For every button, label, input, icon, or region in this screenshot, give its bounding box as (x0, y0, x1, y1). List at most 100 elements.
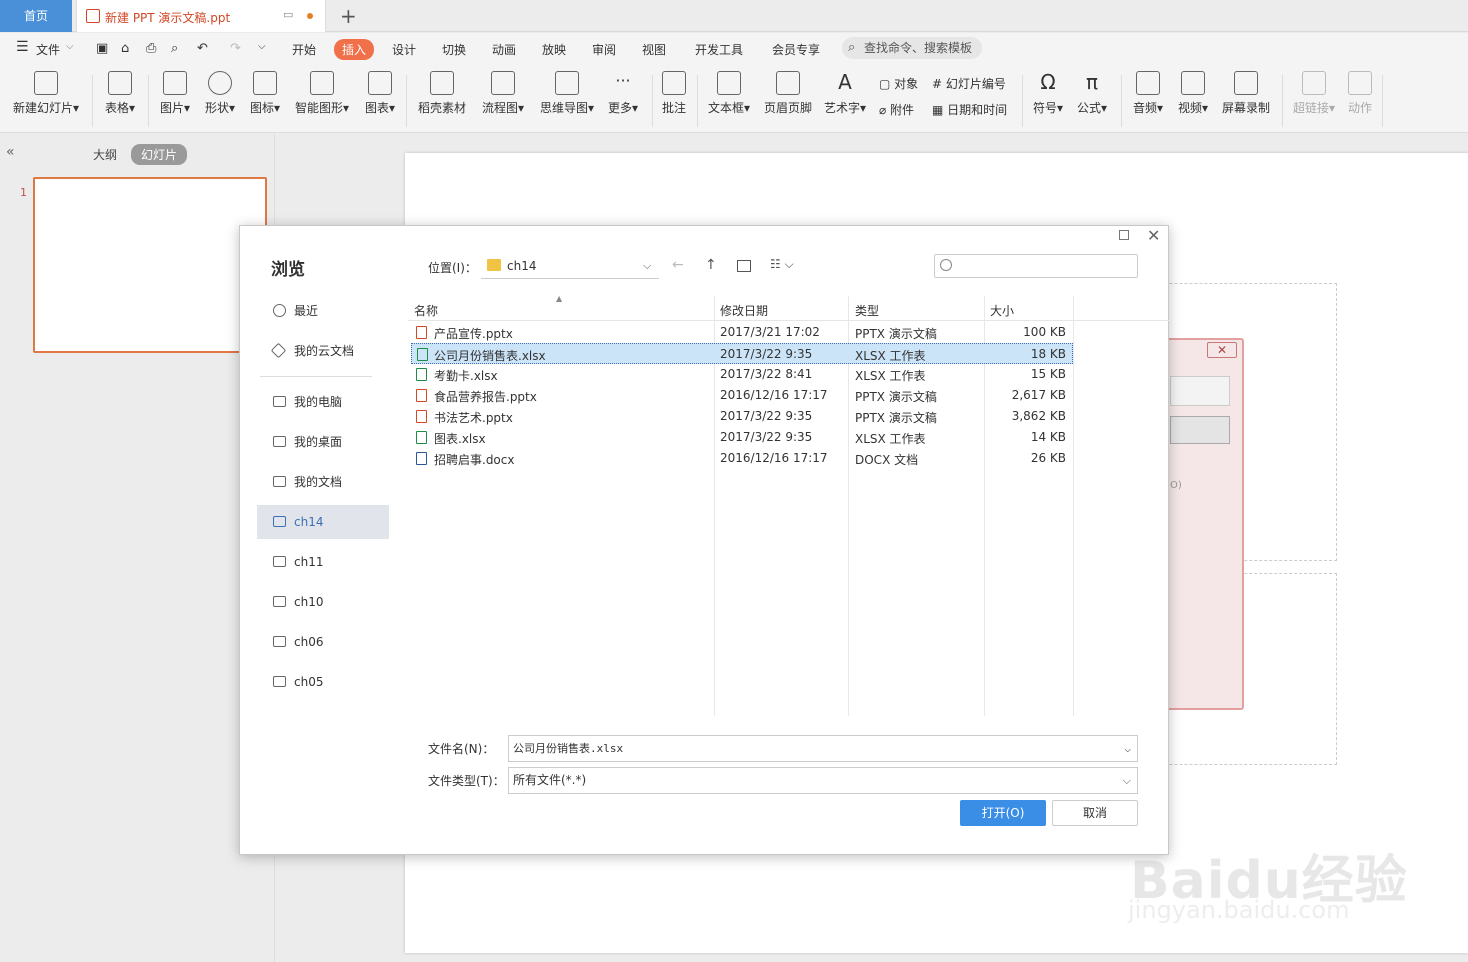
menu-start[interactable]: 开始 (292, 41, 316, 58)
slide-number-button[interactable]: # 幻灯片编号 (932, 75, 1006, 92)
menu-slideshow[interactable]: 放映 (542, 41, 566, 58)
hamburger-icon[interactable]: ☰ (16, 39, 29, 55)
menu-member[interactable]: 会员专享 (772, 41, 820, 58)
location-dropdown[interactable]: ch14 ⌵ (481, 253, 659, 279)
menu-animation[interactable]: 动画 (492, 41, 516, 58)
menu-design[interactable]: 设计 (392, 41, 416, 58)
hyperlink-button[interactable]: 超链接▾ (1290, 71, 1338, 129)
table-button[interactable]: 表格▾ (101, 71, 139, 129)
nav-folder-ch05[interactable]: ch05 (257, 665, 389, 699)
nav-documents[interactable]: 我的文档 (257, 465, 389, 499)
attachment-button[interactable]: ⌀ 附件 (879, 101, 914, 118)
file-row-selected[interactable]: 公司月份销售表.xlsx 2017/3/22 9:35 XLSX 工作表 18 KB (411, 343, 1073, 364)
file-search-input[interactable] (934, 254, 1138, 278)
tab-outline[interactable]: 大纲 (93, 146, 117, 163)
save-icon[interactable]: ▣ (96, 41, 108, 56)
tab-document[interactable]: 新建 PPT 演示文稿.ppt ▭ (76, 0, 326, 32)
monitor-icon[interactable]: ▭ (283, 8, 293, 21)
background-dialog-text: O) (1170, 480, 1182, 491)
tab-slides[interactable]: 幻灯片 (131, 144, 188, 165)
file-row[interactable]: 食品营养报告.pptx 2016/12/16 17:17 PPTX 演示文稿 2,61… (411, 385, 1073, 406)
video-button[interactable]: 视频▾ (1175, 71, 1211, 129)
object-button[interactable]: ▢ 对象 (879, 75, 918, 92)
file-row[interactable]: 招聘启事.docx 2016/12/16 17:17 DOCX 文档 26 KB (411, 448, 1073, 469)
background-dialog-close-button[interactable]: ✕ (1207, 342, 1237, 358)
filename-input[interactable]: 公司月份销售表.xlsx ⌵ (508, 735, 1138, 762)
maximize-icon[interactable] (1119, 230, 1129, 240)
filetype-select[interactable]: 所有文件(*.*) ⌵ (508, 767, 1138, 794)
quick-access-chevron-icon[interactable]: ⌵ (258, 41, 266, 52)
header-footer-label: 页眉页脚 (763, 101, 812, 115)
background-dialog: ✕ O) (1160, 338, 1244, 710)
date-time-button[interactable]: ▦ 日期和时间 (932, 101, 1007, 118)
menu-review[interactable]: 审阅 (592, 41, 616, 58)
docer-material-button[interactable]: 稻壳素材 (416, 71, 468, 129)
wordart-button[interactable]: A 艺术字▾ (821, 71, 869, 129)
nav-folder-ch10[interactable]: ch10 (257, 585, 389, 619)
open-button[interactable]: 打开(O) (960, 800, 1046, 826)
nav-folder-ch14[interactable]: ch14 (257, 505, 389, 539)
symbol-button[interactable]: Ω 符号▾ (1030, 71, 1066, 129)
screen-record-button[interactable]: 屏幕录制 (1220, 71, 1272, 129)
print-preview-icon[interactable]: ⌕ (171, 41, 178, 56)
file-row[interactable]: 考勤卡.xlsx 2017/3/22 8:41 XLSX 工作表 15 KB (411, 364, 1073, 385)
formula-button[interactable]: π 公式▾ (1074, 71, 1110, 129)
file-row[interactable]: 图表.xlsx 2017/3/22 9:35 XLSX 工作表 14 KB (411, 427, 1073, 448)
nav-folder-ch11[interactable]: ch11 (257, 545, 389, 579)
background-dialog-button[interactable] (1170, 416, 1230, 444)
file-row[interactable]: 书法艺术.pptx 2017/3/22 9:35 PPTX 演示文稿 3,862 KB (411, 406, 1073, 427)
textbox-button[interactable]: 文本框▾ (705, 71, 753, 129)
menu-insert[interactable]: 插入 (334, 39, 375, 60)
audio-button[interactable]: 音频▾ (1130, 71, 1166, 129)
up-arrow-icon[interactable]: ↑ (705, 257, 717, 273)
collapse-panel-icon[interactable]: « (6, 144, 15, 160)
menu-transition[interactable]: 切换 (442, 41, 466, 58)
column-type[interactable]: 类型 (855, 302, 879, 319)
chevron-down-icon[interactable]: ⌵ (1124, 736, 1131, 761)
icon-button[interactable]: 图标▾ (247, 71, 283, 129)
picture-button[interactable]: 图片▾ (157, 71, 193, 129)
back-arrow-icon[interactable]: ← (672, 257, 684, 273)
flowchart-button[interactable]: 流程图▾ (478, 71, 528, 129)
more-button[interactable]: ··· 更多▾ (605, 71, 641, 129)
new-folder-icon[interactable] (737, 260, 751, 272)
menu-developer[interactable]: 开发工具 (695, 41, 743, 58)
nav-recent[interactable]: 最近 (257, 294, 389, 328)
mindmap-button[interactable]: 思维导图▾ (537, 71, 597, 129)
view-mode-icon[interactable]: ☷ ⌵ (770, 257, 794, 272)
video-icon (1181, 71, 1205, 95)
audio-label: 音频 (1132, 101, 1157, 115)
nav-folder-ch06[interactable]: ch06 (257, 625, 389, 659)
header-footer-button[interactable]: 页眉页脚 (762, 71, 814, 129)
chart-label: 图表 (364, 101, 389, 115)
action-button[interactable]: 动作 (1346, 71, 1374, 129)
file-type: XLSX 工作表 (855, 369, 926, 383)
column-divider[interactable] (1073, 296, 1074, 716)
nav-desktop[interactable]: 我的桌面 (257, 425, 389, 459)
menu-file[interactable]: 文件 (36, 41, 60, 58)
comment-button[interactable]: 批注 (660, 71, 688, 129)
new-tab-button[interactable]: + (340, 4, 357, 28)
menu-bar: ☰ 文件 ⌵ ▣ ⌂ ⎙ ⌕ ↶ ↷ ⌵ 开始 插入 设计 切换 动画 放映 审… (0, 33, 1468, 65)
nav-cloud-docs[interactable]: 我的云文档 (257, 334, 389, 368)
nav-my-computer[interactable]: 我的电脑 (257, 385, 389, 419)
new-slide-button[interactable]: 新建幻灯片▾ (10, 71, 82, 129)
smart-art-button[interactable]: 智能图形▾ (292, 71, 352, 129)
column-name[interactable]: 名称 (414, 302, 438, 319)
column-size[interactable]: 大小 (990, 302, 1014, 319)
command-search[interactable]: ⌕ 查找命令、搜索模板 (842, 37, 982, 59)
shape-button[interactable]: 形状▾ (201, 71, 239, 129)
format-painter-icon[interactable]: ⌂ (121, 41, 129, 56)
column-date[interactable]: 修改日期 (720, 302, 768, 319)
print-icon[interactable]: ⎙ (146, 41, 156, 56)
slide-thumbnail[interactable] (33, 177, 267, 353)
redo-icon[interactable]: ↷ (230, 41, 241, 56)
chart-button[interactable]: 图表▾ (362, 71, 398, 129)
tab-home[interactable]: 首页 (0, 0, 72, 32)
file-row[interactable]: 产品宣传.pptx 2017/3/21 17:02 PPTX 演示文稿 100 KB (411, 322, 1073, 343)
chevron-down-icon[interactable]: ⌵ (1123, 768, 1131, 793)
chevron-down-icon[interactable]: ⌵ (66, 41, 74, 52)
close-icon[interactable]: ✕ (1147, 226, 1160, 245)
menu-view[interactable]: 视图 (642, 41, 666, 58)
undo-icon[interactable]: ↶ (197, 41, 208, 56)
